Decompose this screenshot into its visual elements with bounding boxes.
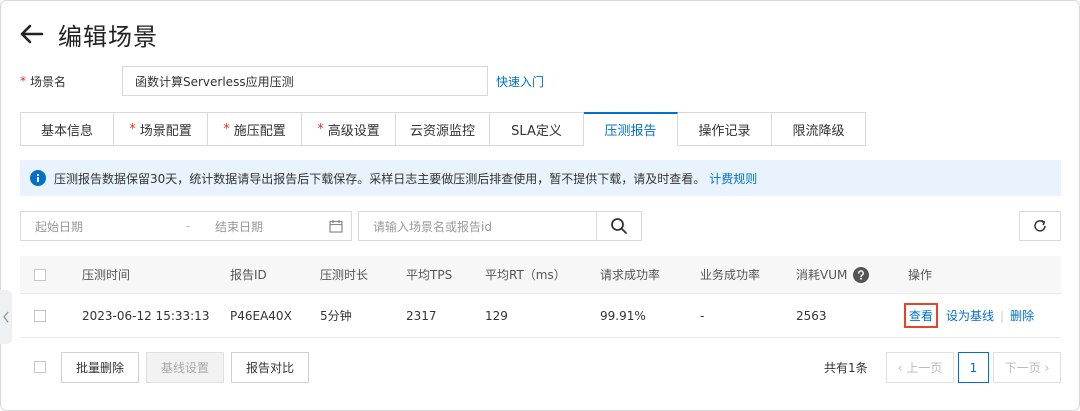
tab-advanced-settings[interactable]: * 高级设置 <box>302 112 396 146</box>
tab-label: 限流降级 <box>792 123 845 139</box>
column-header: 报告ID <box>230 268 267 282</box>
tab-pressure-config[interactable]: * 施压配置 <box>208 112 302 146</box>
info-notice: 压测报告数据保留30天，统计数据请导出报告后下载保存。采样日志主要做压测后排查使… <box>20 160 1061 196</box>
tab-bar: 基本信息 * 场景配置 * 施压配置 * 高级设置 云资源监控 SLA定义 压测报告 … <box>20 112 866 146</box>
cell-vum: 2563 <box>796 308 827 323</box>
cell-report-id: P46EA40X <box>230 308 292 323</box>
cell-biz-success: - <box>700 308 705 323</box>
action-separator: | <box>1000 308 1005 323</box>
set-baseline-link[interactable]: 设为基线 <box>946 307 994 324</box>
cell-duration: 5分钟 <box>320 309 352 323</box>
scene-name-row: * 场景名 函数计算Serverless应用压测 快速入门 <box>20 66 544 96</box>
table-row: 2023-06-12 15:33:13 P46EA40X 5分钟 2317 12… <box>20 294 1061 338</box>
column-header-vum: 消耗VUM <box>796 256 870 293</box>
chevron-right-icon: › <box>1044 360 1050 375</box>
page-frame <box>0 0 1080 411</box>
page-number-1[interactable]: 1 <box>958 352 989 383</box>
tab-label: 场景配置 <box>139 123 192 139</box>
tab-label: 云资源监控 <box>409 123 475 139</box>
tab-sla[interactable]: SLA定义 <box>490 112 584 146</box>
search-button[interactable] <box>596 211 642 241</box>
help-icon[interactable] <box>853 266 870 283</box>
quick-start-link[interactable]: 快速入门 <box>496 73 544 90</box>
checkbox[interactable] <box>34 268 46 281</box>
tab-label: 操作记录 <box>698 123 751 139</box>
date-range-picker[interactable]: 起始日期 - 结束日期 <box>20 211 352 241</box>
column-header: 平均RT（ms） <box>485 268 566 282</box>
select-all-checkbox[interactable] <box>34 256 46 293</box>
chevron-left-icon: ‹ <box>897 360 903 375</box>
total-count: 共有1条 <box>824 361 868 375</box>
page-title: 编辑场景 <box>58 22 158 51</box>
info-icon <box>30 170 46 186</box>
tab-label: 施压配置 <box>233 123 286 139</box>
tab-label: 压测报告 <box>604 124 657 139</box>
page-header: 编辑场景 <box>18 14 158 54</box>
prev-page-button[interactable]: ‹ 上一页 <box>886 352 954 383</box>
tab-operation-log[interactable]: 操作记录 <box>678 112 772 146</box>
cell-avg-tps: 2317 <box>406 308 437 323</box>
batch-delete-button[interactable]: 批量删除 <box>61 352 139 383</box>
tab-label: SLA定义 <box>511 123 562 139</box>
table-header: 压测时间 报告ID 压测时长 平均TPS 平均RT（ms） 请求成功率 业务成功… <box>20 256 1061 294</box>
next-page-button[interactable]: 下一页 › <box>993 352 1061 383</box>
next-label: 下一页 <box>1004 361 1041 375</box>
column-header: 消耗VUM <box>796 268 848 282</box>
date-separator: - <box>185 219 191 233</box>
column-header: 操作 <box>908 268 933 282</box>
cell-time: 2023-06-12 15:33:13 <box>82 308 210 323</box>
prev-label: 上一页 <box>906 361 943 375</box>
required-mark: * <box>20 74 26 88</box>
column-header: 压测时间 <box>82 268 131 282</box>
required-mark: * <box>317 121 324 137</box>
cell-avg-rt: 129 <box>485 308 508 323</box>
tab-cloud-monitor[interactable]: 云资源监控 <box>396 112 490 146</box>
sidebar-collapse-handle[interactable] <box>0 290 12 344</box>
notice-text: 压测报告数据保留30天，统计数据请导出报告后下载保存。采样日志主要做压测后排查使… <box>54 171 706 186</box>
view-report-link[interactable]: 查看 <box>904 303 939 328</box>
calendar-icon[interactable] <box>329 219 343 233</box>
tab-label: 基本信息 <box>40 123 93 139</box>
required-mark: * <box>223 121 230 137</box>
chevron-left-icon <box>3 311 9 323</box>
tab-basic-info[interactable]: 基本信息 <box>20 112 114 146</box>
start-date-input[interactable]: 起始日期 <box>21 218 171 235</box>
row-checkbox[interactable] <box>34 294 46 337</box>
column-header: 业务成功率 <box>700 268 761 282</box>
tab-rate-limit[interactable]: 限流降级 <box>772 112 866 146</box>
report-compare-button[interactable]: 报告对比 <box>231 352 309 383</box>
cell-req-success: 99.91% <box>600 308 646 323</box>
end-date-input[interactable]: 结束日期 <box>205 218 329 235</box>
checkbox[interactable] <box>34 309 46 322</box>
tab-report[interactable]: 压测报告 <box>584 112 678 146</box>
baseline-settings-button[interactable]: 基线设置 <box>146 352 224 383</box>
billing-rules-link[interactable]: 计费规则 <box>709 170 757 187</box>
required-mark: * <box>129 121 136 137</box>
scene-name-input[interactable]: 函数计算Serverless应用压测 <box>122 66 488 96</box>
search-input[interactable]: 请输入场景名或报告id <box>358 211 596 241</box>
scene-name-label: 场景名 <box>30 74 67 89</box>
column-header: 压测时长 <box>320 268 369 282</box>
footer-select-all[interactable] <box>34 361 46 373</box>
cell-actions: 查看 设为基线 | 删除 <box>904 294 1034 337</box>
refresh-icon <box>1034 219 1046 232</box>
back-arrow-icon[interactable] <box>18 21 44 47</box>
search-icon <box>611 218 627 234</box>
column-header: 请求成功率 <box>600 268 661 282</box>
delete-link[interactable]: 删除 <box>1010 307 1034 324</box>
tab-label: 高级设置 <box>327 123 380 139</box>
tab-scene-config[interactable]: * 场景配置 <box>114 112 208 146</box>
refresh-button[interactable] <box>1019 211 1061 241</box>
column-header: 平均TPS <box>406 268 453 282</box>
checkbox[interactable] <box>34 361 46 373</box>
